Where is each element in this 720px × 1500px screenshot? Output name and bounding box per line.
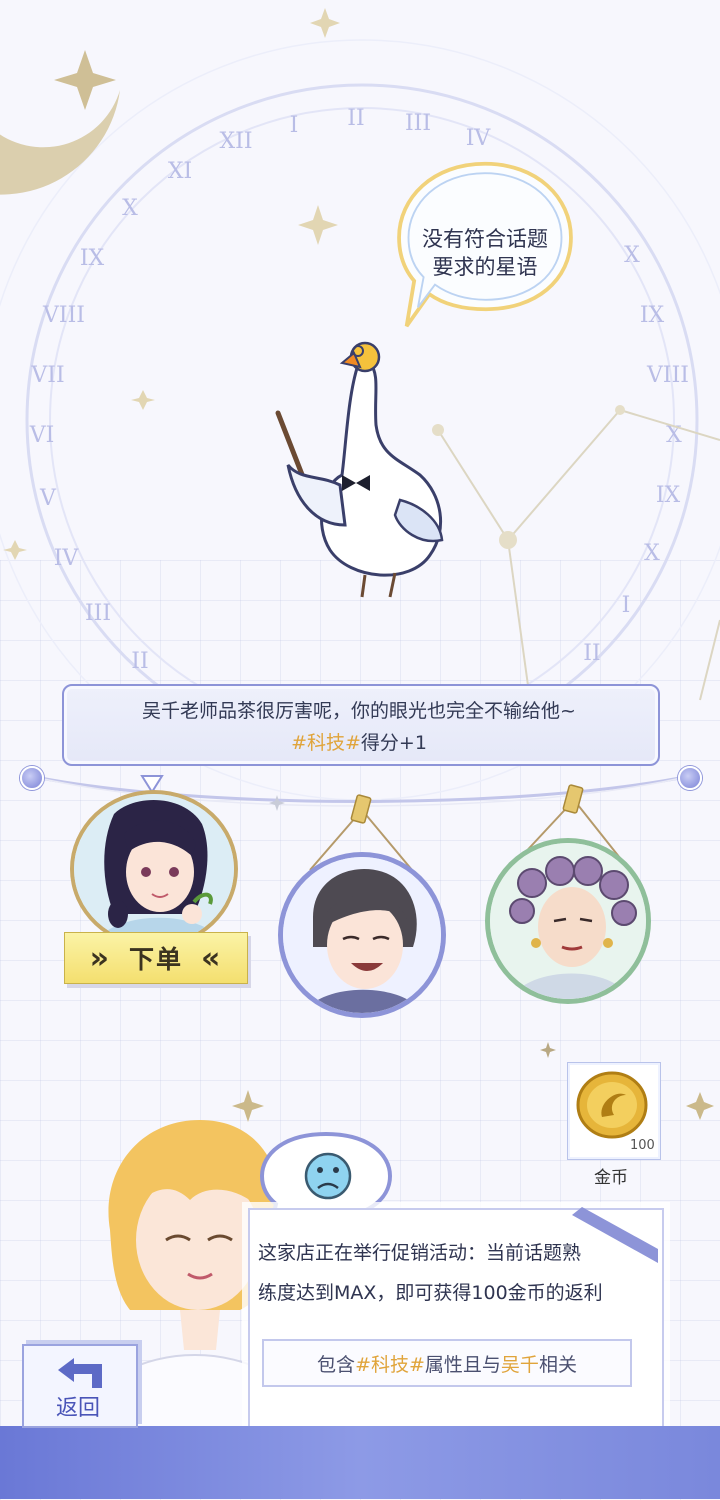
dialogue-score-line: #科技#得分+1 bbox=[62, 728, 656, 755]
svg-text:XII: XII bbox=[219, 129, 252, 154]
svg-text:II: II bbox=[347, 106, 364, 131]
portrait-woman-braid-art bbox=[74, 794, 234, 944]
svg-text:IV: IV bbox=[54, 546, 80, 571]
info-text: 这家店正在举行促销活动：当前话题熟 练度达到MAX，即可获得100金币的返利 bbox=[258, 1233, 650, 1313]
portrait-woman-curlers-art bbox=[490, 843, 646, 999]
svg-text:II: II bbox=[131, 649, 148, 674]
reward-label: 金币 bbox=[594, 1168, 628, 1188]
info-text-line2: 练度达到MAX，即可获得100金币的返利 bbox=[258, 1282, 603, 1304]
svg-text:I: I bbox=[622, 593, 631, 618]
condition-prefix: 包含 bbox=[317, 1353, 356, 1376]
order-button-label: 下单 bbox=[128, 945, 183, 974]
goose-bubble-text: 没有符合话题 要求的星语 bbox=[392, 225, 578, 281]
svg-text:VIII: VIII bbox=[646, 363, 689, 388]
svg-text:III: III bbox=[405, 111, 431, 136]
double-chevron-right-icon: » bbox=[89, 940, 111, 976]
dialogue-score: 得分+1 bbox=[360, 732, 427, 754]
double-chevron-left-icon: « bbox=[201, 940, 223, 976]
svg-text:IV: IV bbox=[466, 126, 492, 151]
condition-box: 包含 #科技# 属性且与 吴千 相关 bbox=[262, 1339, 632, 1387]
condition-name: 吴千 bbox=[500, 1353, 539, 1376]
condition-tag: #科技# bbox=[355, 1353, 425, 1376]
condition-suffix: 相关 bbox=[538, 1353, 577, 1376]
svg-text:X: X bbox=[644, 541, 660, 566]
reward-count: 100 bbox=[630, 1138, 655, 1153]
svg-text:X: X bbox=[122, 196, 138, 221]
back-button-label: 返回 bbox=[55, 1396, 100, 1421]
portrait-woman-curlers[interactable] bbox=[485, 838, 651, 1004]
svg-text:II: II bbox=[583, 641, 600, 666]
clothesline-knob-right bbox=[678, 766, 702, 790]
svg-text:IX: IX bbox=[656, 483, 681, 508]
coin-icon bbox=[576, 1071, 648, 1139]
svg-text:X: X bbox=[624, 243, 640, 268]
svg-text:IX: IX bbox=[640, 303, 665, 328]
dialogue-line: 吴千老师品茶很厉害呢，你的眼光也完全不输给他~ bbox=[142, 700, 576, 722]
order-button[interactable]: » 下单 « bbox=[64, 932, 248, 984]
svg-text:XI: XI bbox=[168, 159, 192, 184]
bottom-bar bbox=[0, 1426, 720, 1499]
moon-icon bbox=[0, 0, 120, 195]
clothesline-knob-left bbox=[20, 766, 44, 790]
svg-text:I: I bbox=[290, 113, 299, 138]
goose-mascot bbox=[275, 341, 444, 598]
info-text-line1: 这家店正在举行促销活动：当前话题熟 bbox=[258, 1242, 582, 1264]
goose-bubble-line1: 没有符合话题 bbox=[422, 227, 548, 251]
svg-text:VIII: VIII bbox=[42, 303, 85, 328]
portrait-man-laughing[interactable] bbox=[278, 852, 446, 1018]
portrait-woman-braid[interactable] bbox=[70, 790, 238, 948]
goose-bubble-line2: 要求的星语 bbox=[432, 255, 538, 279]
svg-text:III: III bbox=[85, 601, 111, 626]
condition-mid: 属性且与 bbox=[424, 1353, 501, 1376]
svg-text:V: V bbox=[39, 486, 57, 511]
back-arrow-icon bbox=[58, 1358, 102, 1388]
dialogue-tag: #科技# bbox=[291, 732, 361, 754]
svg-text:IX: IX bbox=[80, 246, 105, 271]
svg-text:VI: VI bbox=[29, 423, 55, 448]
sad-face-icon bbox=[304, 1152, 352, 1200]
svg-text:VII: VII bbox=[30, 363, 64, 388]
portrait-man-laughing-art bbox=[283, 857, 441, 1013]
